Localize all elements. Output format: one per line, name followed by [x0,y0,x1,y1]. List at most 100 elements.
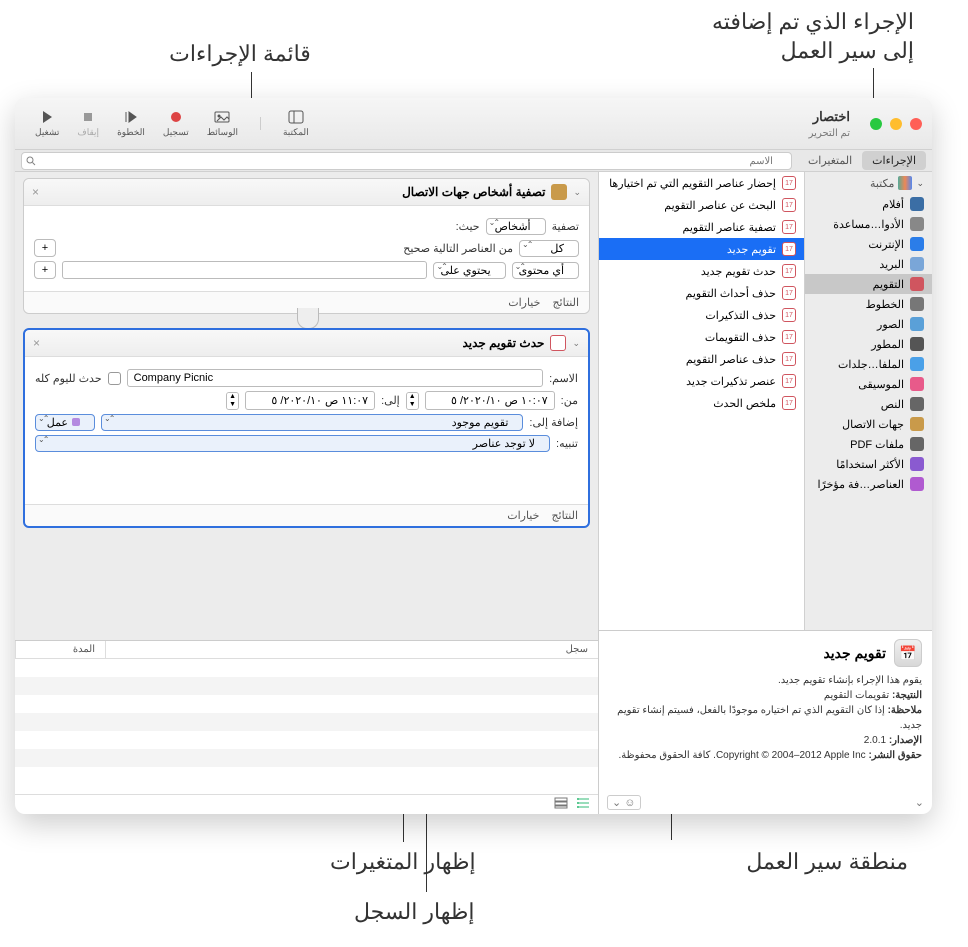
event-name-input[interactable]: Company Picnic [127,369,543,387]
filter-select[interactable]: أشخاص [486,218,546,235]
action-item[interactable]: 17تصفية عناصر التقويم [599,216,804,238]
show-log-button[interactable] [576,797,590,812]
from-stepper[interactable]: ▲▼ [406,392,419,410]
library-item[interactable]: ملفات PDF [805,434,932,454]
results-button[interactable]: النتائج [551,509,578,522]
action-item[interactable]: 17إحضار عناصر التقويم التي تم اختيارها [599,172,804,194]
action-item[interactable]: 17حدث تقويم جديد [599,260,804,282]
info-gear-button[interactable]: ☺ ⌄ [607,795,641,810]
calendar-select[interactable]: عمل [35,414,95,431]
library-toggle-button[interactable]: المكتبة [283,109,309,138]
action-item[interactable]: 17حذف أحداث التقويم [599,282,804,304]
action-item[interactable]: 17تقويم جديد [599,238,804,260]
library-item[interactable]: النص [805,394,932,414]
chevron-down-icon[interactable]: ⌄ [573,187,581,198]
duration-col-header[interactable]: المدة [15,641,105,658]
run-button[interactable]: تشغيل [35,109,59,138]
contains-select[interactable]: يحتوي على [433,262,505,279]
calendar-icon: 17 [782,330,796,344]
library-icon [898,176,912,190]
category-icon [910,237,924,251]
filter-value-input[interactable] [62,261,427,279]
alert-select[interactable]: لا توجد عناصر [35,435,550,452]
allday-label: حدث لليوم كله [35,372,102,385]
calendar-icon: 17 [782,352,796,366]
close-window-button[interactable] [910,118,922,130]
following-label: من العناصر التالية صحيح [403,242,513,255]
step-button[interactable]: الخطوة [117,109,145,138]
library-item-label: الأدوا…مساعدة [833,218,904,231]
results-button[interactable]: النتائج [552,296,579,309]
close-icon[interactable]: × [33,336,40,350]
all-select[interactable]: كل [519,240,579,257]
media-button[interactable]: الوسائط [207,109,238,138]
card-title: حدث تقويم جديد [46,336,544,350]
zoom-window-button[interactable] [870,118,882,130]
addto-select[interactable]: تقويم موجود [101,414,523,431]
action-item[interactable]: 17حذف عناصر التقويم [599,348,804,370]
workflow-canvas[interactable]: ⌄ تصفية أشخاص جهات الاتصال × تصفية أشخاص… [15,172,598,640]
show-variables-button[interactable] [554,797,568,812]
record-button[interactable]: تسجيل [163,109,189,138]
library-item[interactable]: الأكثر استخدامًا [805,454,932,474]
library-item[interactable]: الموسيقى [805,374,932,394]
action-item[interactable]: 17ملخص الحدث [599,392,804,414]
calendar-icon: 📅 [894,639,922,667]
library-item[interactable]: الصور [805,314,932,334]
add-condition-button[interactable]: + [34,239,56,257]
content-select[interactable]: أي محتوى [512,262,579,279]
category-icon [910,437,924,451]
library-header[interactable]: ⌄ مكتبة [805,172,932,194]
info-description: يقوم هذا الإجراء بإنشاء تقويم جديد. [609,673,922,688]
chevron-down-icon[interactable]: ⌄ [572,338,580,349]
close-icon[interactable]: × [32,185,39,199]
category-icon [910,377,924,391]
library-item[interactable]: الإنترنت [805,234,932,254]
workflow-connector [297,314,317,328]
library-item[interactable]: المطور [805,334,932,354]
contacts-icon [551,184,567,200]
library-item[interactable]: العناصر…فة مؤخرًا [805,474,932,494]
action-item-label: حدث تقويم جديد [701,265,776,278]
info-menu-button[interactable]: ⌄ [915,796,924,809]
action-item-label: ملخص الحدث [713,397,776,410]
action-item[interactable]: 17حذف التذكيرات [599,304,804,326]
library-item[interactable]: أفلام [805,194,932,214]
name-label: الاسم: [549,372,578,385]
tab-actions[interactable]: الإجراءات [862,151,926,170]
action-card-filter-contacts[interactable]: ⌄ تصفية أشخاص جهات الاتصال × تصفية أشخاص… [23,178,590,314]
search-input[interactable] [21,152,792,170]
calendar-icon: 17 [782,220,796,234]
add-row-button[interactable]: + [34,261,56,279]
action-item[interactable]: 17البحث عن عناصر التقويم [599,194,804,216]
library-item[interactable]: الأدوا…مساعدة [805,214,932,234]
to-date-input[interactable]: ١١:٠٧ ص ٢٠٢٠/١٠/ ٥ [245,391,375,410]
library-item[interactable]: الملفا…جلدات [805,354,932,374]
action-item[interactable]: 17عنصر تذكيرات جديد [599,370,804,392]
library-item[interactable]: التقويم [805,274,932,294]
chevron-down-icon: ⌄ [916,178,924,189]
library-item[interactable]: البريد [805,254,932,274]
from-date-input[interactable]: ١٠:٠٧ ص ٢٠٢٠/١٠/ ٥ [425,391,555,410]
minimize-window-button[interactable] [890,118,902,130]
search-field[interactable] [21,151,792,171]
stop-button[interactable]: إيقاف [77,109,99,138]
library-item[interactable]: جهات الاتصال [805,414,932,434]
library-item[interactable]: الخطوط [805,294,932,314]
category-icon [910,317,924,331]
category-icon [910,417,924,431]
category-icon [910,357,924,371]
action-card-new-event[interactable]: ⌄ حدث تقويم جديد × الاسم: Company Picnic… [23,328,590,528]
options-button[interactable]: خيارات [508,296,540,309]
allday-checkbox[interactable] [108,372,121,385]
library-item-label: الصور [877,318,904,331]
tab-variables[interactable]: المتغيرات [798,151,862,170]
action-item[interactable]: 17حذف التقويمات [599,326,804,348]
options-button[interactable]: خيارات [507,509,539,522]
library-item-label: أفلام [882,198,904,211]
window-controls [870,118,922,130]
log-panel: سجل المدة [15,640,598,814]
to-stepper[interactable]: ▲▼ [226,392,239,410]
log-col-header[interactable]: سجل [105,641,598,658]
library-item-label: العناصر…فة مؤخرًا [817,478,904,491]
